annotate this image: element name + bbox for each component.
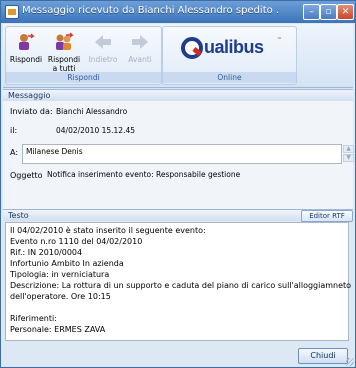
body-line: Evento n.ro 1110 del 04/02/2010 xyxy=(10,237,143,246)
dialog-footer: Chiudi xyxy=(1,344,355,367)
title-bar[interactable]: Messaggio ricevuto da Bianchi Alessandro… xyxy=(1,1,355,23)
subject-label: Oggetto xyxy=(10,171,43,180)
ribbon: Rispondi Rispondi a tutti Indietro Avant… xyxy=(3,24,353,88)
arrow-left-icon xyxy=(95,35,111,49)
recipient-value: Milanese Denis xyxy=(26,147,83,156)
sender-label: Inviato da: xyxy=(10,107,53,116)
date-value: 04/02/2010 15.12.45 xyxy=(56,126,136,135)
app-icon xyxy=(5,5,19,19)
recipient-field[interactable]: Milanese Denis ▲ ▼ xyxy=(22,144,354,164)
message-section-header: Messaggio xyxy=(3,89,353,101)
trademark-mark: ™ xyxy=(277,37,282,43)
window-title: Messaggio ricevuto da Bianchi Alessandro… xyxy=(22,5,280,16)
body-line: Riferimenti: xyxy=(10,314,57,323)
forward-button[interactable]: Avanti xyxy=(123,30,157,74)
scroll-down-icon[interactable]: ▼ xyxy=(343,154,354,162)
body-line: Il 04/02/2010 è stato inserito il seguen… xyxy=(10,226,206,235)
qualibus-q-mark xyxy=(181,37,203,59)
body-line: Tipologia: in verniciatura xyxy=(10,270,110,279)
body-line: Rif.: IN 2010/0004 xyxy=(10,248,83,257)
message-panel: Inviato da: Bianchi Alessandro il: 04/02… xyxy=(3,101,354,209)
date-label: il: xyxy=(10,126,18,135)
chiudi-button[interactable]: Chiudi xyxy=(298,348,348,364)
body-line: Descrizione: La rottura di un supporto e… xyxy=(10,281,352,290)
scroll-up-icon[interactable]: ▲ xyxy=(343,145,354,153)
qualibus-logo-text: ualibus xyxy=(204,37,264,57)
body-line: Infortunio Ambito In azienda xyxy=(10,259,124,268)
reply-button[interactable]: Rispondi xyxy=(9,30,43,74)
recipient-label: A: xyxy=(10,148,19,157)
editor-rtf-button[interactable]: Editor RTF xyxy=(301,210,353,222)
body-line: dell'operatore. Ore 10:15 xyxy=(10,292,111,301)
subject-value: Notifica inserimento evento: Responsabil… xyxy=(47,170,241,179)
group-label-rispondi: Rispondi xyxy=(6,72,161,83)
sender-value: Bianchi Alessandro xyxy=(56,107,128,116)
message-window: Messaggio ricevuto da Bianchi Alessandro… xyxy=(0,0,356,368)
qualibus-logo[interactable]: ualibus ™ xyxy=(181,37,282,63)
reply-icon xyxy=(19,33,35,50)
message-body[interactable]: Il 04/02/2010 è stato inserito il seguen… xyxy=(5,222,352,341)
recipient-scrollbar[interactable]: ▲ ▼ xyxy=(343,145,354,163)
reply-all-icon xyxy=(56,32,74,50)
body-line: Personale: ERMES ZAVA xyxy=(10,325,106,334)
ribbon-group-online: ualibus ™ Online xyxy=(162,26,297,85)
minimize-button[interactable]: – xyxy=(303,4,320,20)
arrow-right-icon xyxy=(132,35,148,49)
resize-grip-icon[interactable] xyxy=(346,358,354,366)
back-button[interactable]: Indietro xyxy=(86,30,120,74)
group-label-online: Online xyxy=(163,72,296,83)
ribbon-group-rispondi: Rispondi Rispondi a tutti Indietro Avant… xyxy=(5,26,162,85)
maximize-button[interactable]: ▫ xyxy=(320,4,337,20)
reply-all-button[interactable]: Rispondi a tutti xyxy=(46,30,82,74)
close-button[interactable]: ✕ xyxy=(337,4,354,20)
